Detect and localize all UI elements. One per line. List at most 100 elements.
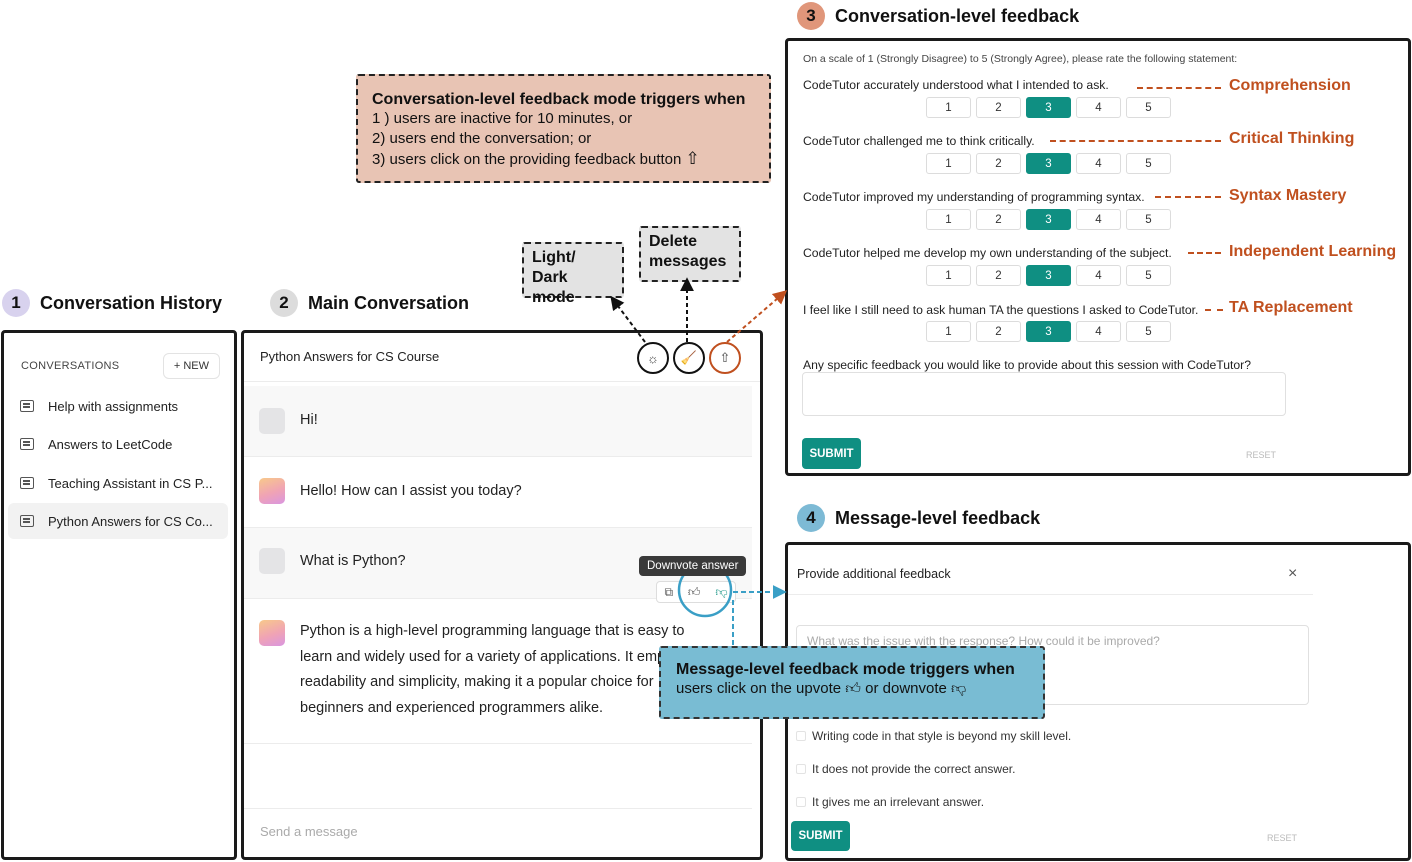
feedback-option[interactable]: It does not provide the correct answer. (796, 762, 1015, 776)
rating-scale: 1 2 3 4 5 (926, 97, 1171, 118)
thumbs-down-icon[interactable]: 👎︎ (715, 585, 727, 600)
user-avatar (259, 408, 285, 434)
history-item-label: Answers to LeetCode (48, 436, 173, 452)
rating-option-selected[interactable]: 3 (1026, 209, 1071, 230)
chat-icon (20, 515, 34, 527)
section-title: Main Conversation (308, 292, 470, 313)
thumbs-up-icon: 👍︎ (845, 680, 861, 697)
bot-avatar (259, 620, 285, 646)
message-actions: ⧉ 👍︎ 👎︎ (656, 581, 736, 603)
dimension-label: Comprehension (1229, 77, 1351, 94)
rating-option-selected[interactable]: 3 (1026, 321, 1071, 342)
rating-option-selected[interactable]: 3 (1026, 265, 1071, 286)
conversation-history-panel: CONVERSATIONS + NEW Help with assignment… (1, 330, 237, 860)
reset-button[interactable]: RESET (1267, 833, 1297, 843)
checkbox[interactable] (796, 731, 806, 741)
open-feedback-question: Any specific feedback you would like to … (803, 358, 1252, 372)
rating-question: CodeTutor helped me develop my own under… (803, 246, 1172, 260)
rating-option[interactable]: 4 (1076, 97, 1121, 118)
submit-button[interactable]: SUBMIT (802, 438, 861, 469)
conversation-feedback-panel: On a scale of 1 (Strongly Disagree) to 5… (785, 38, 1411, 476)
rating-question: I feel like I still need to ask human TA… (803, 303, 1199, 317)
message-trigger-callout: Message-level feedback mode triggers whe… (659, 646, 1045, 719)
history-item[interactable]: Help with assignments (8, 388, 228, 424)
checkbox[interactable] (796, 797, 806, 807)
rating-option[interactable]: 5 (1126, 209, 1171, 230)
history-item-label: Teaching Assistant in CS P... (48, 475, 213, 491)
rating-option[interactable]: 2 (976, 97, 1021, 118)
history-section-header: 1 Conversation History (2, 289, 222, 317)
rating-option[interactable]: 5 (1126, 321, 1171, 342)
rating-question: CodeTutor improved my understanding of p… (803, 190, 1145, 204)
rating-option[interactable]: 2 (976, 265, 1021, 286)
conversation-title: Python Answers for CS Course (260, 349, 440, 364)
chat-icon (20, 400, 34, 412)
dimension-label: Critical Thinking (1229, 130, 1355, 147)
history-item-label: Help with assignments (48, 398, 179, 414)
rating-option[interactable]: 2 (976, 153, 1021, 174)
downvote-tooltip: Downvote answer (639, 556, 747, 576)
light-dark-callout: Light/ Dark mode (522, 242, 624, 306)
rating-option[interactable]: 1 (926, 265, 971, 286)
delete-callout: Delete messages (639, 226, 741, 282)
main-conversation-panel: Python Answers for CS Course ☼ 🧹 ⇧ Hi! H… (241, 330, 763, 860)
rating-option[interactable]: 4 (1076, 209, 1121, 230)
message-text: Hello! How can I assist you today? (300, 483, 522, 499)
feedback-option[interactable]: Writing code in that style is beyond my … (796, 729, 1071, 743)
feedback-option[interactable]: It gives me an irrelevant answer. (796, 795, 984, 809)
rating-option[interactable]: 2 (976, 321, 1021, 342)
history-item-label: Python Answers for CS Co... (48, 513, 213, 529)
rating-option[interactable]: 1 (926, 209, 971, 230)
upload-icon[interactable]: ⇧ (709, 342, 741, 374)
open-feedback-textarea[interactable] (802, 372, 1286, 416)
message-bot: Hello! How can I assist you today? (244, 457, 752, 527)
section-title: Conversation History (40, 292, 223, 313)
history-item[interactable]: Answers to LeetCode (8, 426, 228, 462)
section-title: Message-level feedback (835, 507, 1041, 528)
rating-option[interactable]: 1 (926, 153, 971, 174)
message-text: Hi! (300, 412, 318, 428)
copy-icon[interactable]: ⧉ (664, 585, 673, 600)
section-title: Conversation-level feedback (835, 5, 1080, 26)
rating-option[interactable]: 1 (926, 321, 971, 342)
rating-option[interactable]: 5 (1126, 265, 1171, 286)
feedback-modal-title: Provide additional feedback (797, 567, 951, 581)
message-text: Python is a high-level programming langu… (300, 623, 715, 716)
rating-option[interactable]: 1 (926, 97, 971, 118)
thumbs-up-icon[interactable]: 👍︎ (688, 585, 701, 600)
header-divider (244, 381, 760, 382)
rating-option[interactable]: 2 (976, 209, 1021, 230)
history-item-active[interactable]: Python Answers for CS Co... (8, 503, 228, 539)
dimension-label: Independent Learning (1229, 243, 1397, 260)
rating-option[interactable]: 5 (1126, 97, 1171, 118)
rating-scale: 1 2 3 4 5 (926, 321, 1171, 342)
message-user: Hi! (244, 386, 752, 456)
checkbox[interactable] (796, 764, 806, 774)
message-input[interactable]: Send a message (260, 824, 358, 839)
conversation-trigger-callout: Conversation-level feedback mode trigger… (356, 74, 771, 183)
section-number: 3 (797, 2, 825, 30)
bot-avatar (259, 478, 285, 504)
broom-icon[interactable]: 🧹 (673, 342, 705, 374)
msg-feedback-section-header: 4 Message-level feedback (797, 504, 1040, 532)
message-text: What is Python? (300, 553, 406, 569)
submit-button[interactable]: SUBMIT (791, 821, 850, 851)
rating-option-selected[interactable]: 3 (1026, 97, 1071, 118)
chat-icon (20, 477, 34, 489)
rating-question: CodeTutor accurately understood what I i… (803, 78, 1109, 92)
rating-option[interactable]: 4 (1076, 321, 1121, 342)
rating-option[interactable]: 5 (1126, 153, 1171, 174)
new-conversation-button[interactable]: + NEW (162, 353, 220, 379)
history-item[interactable]: Teaching Assistant in CS P... (8, 465, 228, 501)
sun-icon[interactable]: ☼ (637, 342, 669, 374)
conversations-header: CONVERSATIONS (21, 360, 120, 372)
rating-option[interactable]: 4 (1076, 153, 1121, 174)
chat-icon (20, 438, 34, 450)
reset-button[interactable]: RESET (1246, 450, 1276, 460)
close-icon[interactable]: × (1288, 565, 1297, 583)
rating-option-selected[interactable]: 3 (1026, 153, 1071, 174)
thumbs-down-icon: 👎︎ (951, 680, 967, 697)
upload-icon: ⇧ (685, 149, 700, 168)
rating-option[interactable]: 4 (1076, 265, 1121, 286)
section-number: 1 (2, 289, 30, 317)
